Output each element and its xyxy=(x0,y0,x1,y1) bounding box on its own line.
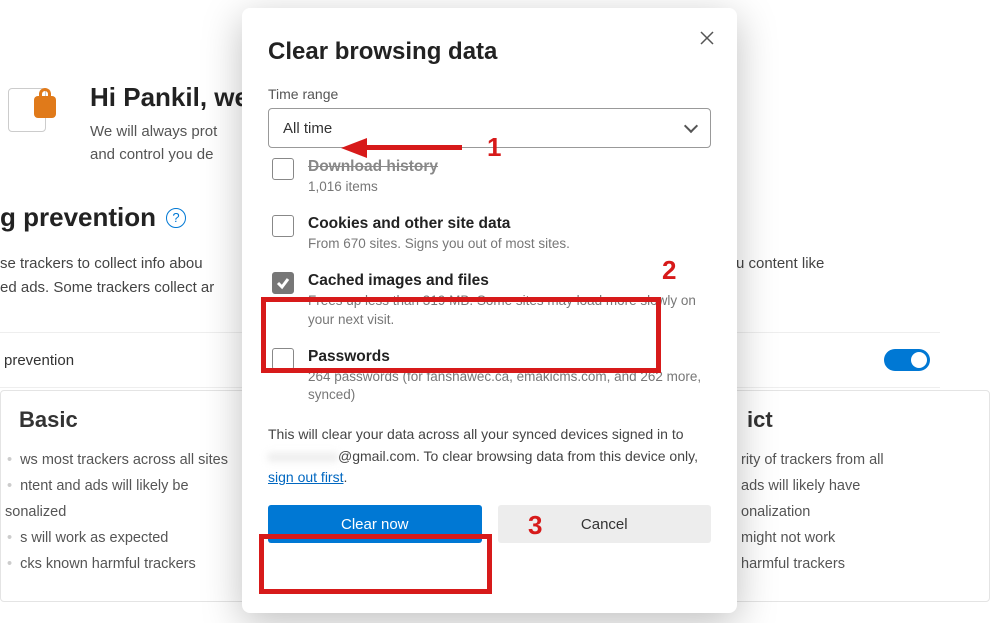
card-basic[interactable]: Basic ws most trackers across all sites … xyxy=(0,390,250,602)
option-passwords[interactable]: Passwords 264 passwords (for fanshawec.c… xyxy=(268,340,711,416)
check-icon xyxy=(276,276,290,290)
option-title: Cookies and other site data xyxy=(308,215,570,233)
tracking-prevention-toggle[interactable] xyxy=(884,349,930,371)
sync-note: This will clear your data across all you… xyxy=(268,424,711,489)
option-download-history[interactable]: Download history 1,016 items xyxy=(268,158,711,207)
option-cookies[interactable]: Cookies and other site data From 670 sit… xyxy=(268,207,711,264)
list-item: ntent and ads will likely besonalized xyxy=(5,473,233,525)
greeting-title: Hi Pankil, we xyxy=(90,82,249,113)
sign-out-first-link[interactable]: sign out first xyxy=(268,469,343,485)
privacy-lock-icon xyxy=(8,82,63,137)
clear-browsing-data-dialog: Clear browsing data Time range All time … xyxy=(242,8,737,613)
card-basic-title: Basic xyxy=(19,407,233,433)
checkbox-cached-images[interactable] xyxy=(272,272,294,294)
tracking-prevention-title: g prevention xyxy=(0,202,156,233)
help-icon[interactable]: ? xyxy=(166,208,186,228)
close-icon xyxy=(699,30,715,46)
option-title: Download history xyxy=(308,158,438,176)
card-strict-title: ict xyxy=(747,407,979,433)
option-subtitle: 264 passwords (for fanshawec.ca, emakicm… xyxy=(308,368,707,406)
list-item: harmful trackers xyxy=(741,551,979,577)
greeting-block: Hi Pankil, we We will always prot and co… xyxy=(90,82,249,166)
chevron-down-icon xyxy=(684,119,698,133)
option-cached-images[interactable]: Cached images and files Frees up less th… xyxy=(268,264,711,340)
option-title: Cached images and files xyxy=(308,272,707,290)
list-item: rity of trackers from all xyxy=(741,447,979,473)
option-subtitle: From 670 sites. Signs you out of most si… xyxy=(308,235,570,254)
option-subtitle: Frees up less than 319 MB. Some sites ma… xyxy=(308,292,707,330)
greeting-line: We will always prot xyxy=(90,121,249,144)
cancel-button[interactable]: Cancel xyxy=(498,505,712,543)
checkbox-cookies[interactable] xyxy=(272,215,294,237)
clear-now-button[interactable]: Clear now xyxy=(268,505,482,543)
time-range-value: All time xyxy=(283,120,332,137)
list-item: cks known harmful trackers xyxy=(5,551,233,577)
time-range-select[interactable]: All time xyxy=(268,108,711,148)
checkbox-download-history[interactable] xyxy=(272,158,294,180)
list-item: ws most trackers across all sites xyxy=(5,447,233,473)
card-strict[interactable]: ict rity of trackers from all ads will l… xyxy=(730,390,990,602)
list-item: ads will likely haveonalization xyxy=(741,473,979,525)
dialog-title: Clear browsing data xyxy=(268,38,711,66)
close-button[interactable] xyxy=(691,22,723,54)
option-title: Passwords xyxy=(308,348,707,366)
time-range-label: Time range xyxy=(268,86,711,102)
checkbox-passwords[interactable] xyxy=(272,348,294,370)
tracking-prevention-row-label: prevention xyxy=(4,352,74,369)
option-subtitle: 1,016 items xyxy=(308,178,438,197)
list-item: might not work xyxy=(741,525,979,551)
list-item: s will work as expected xyxy=(5,525,233,551)
greeting-line: and control you de xyxy=(90,144,249,167)
data-type-list: Download history 1,016 items Cookies and… xyxy=(268,158,711,418)
